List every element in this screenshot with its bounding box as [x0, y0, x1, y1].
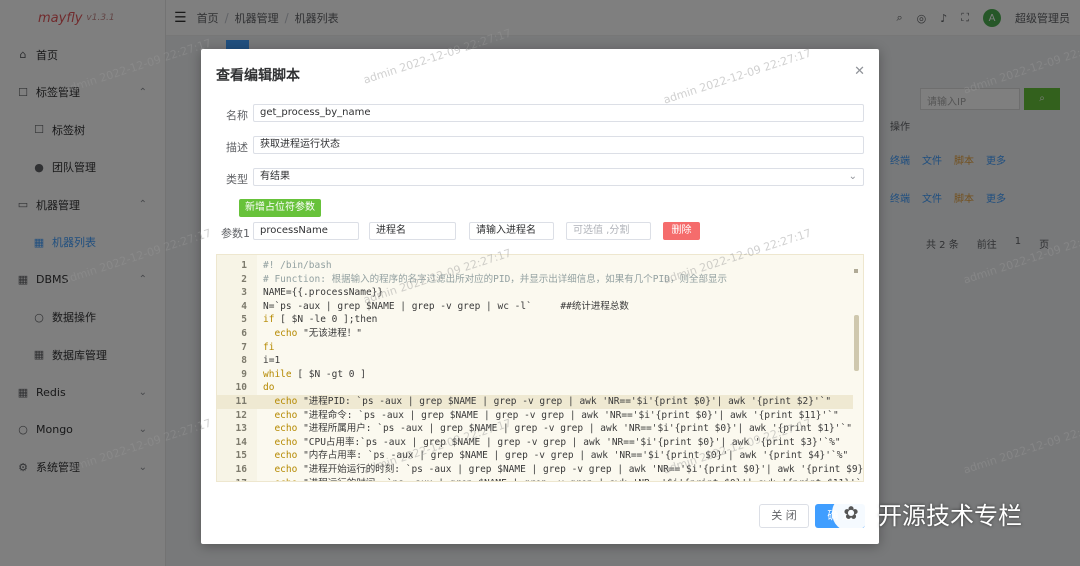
- code-text: NAME={{.processName}}: [263, 287, 384, 299]
- edit-script-dialog: 查看编辑脚本 ✕ 名称 get_process_by_name 描述 获取进程运…: [201, 49, 879, 544]
- code-line: 11 echo "进程PID: `ps -aux | grep $NAME | …: [217, 395, 853, 409]
- close-button[interactable]: 关 闭: [759, 504, 809, 528]
- line-number: 8: [241, 355, 247, 367]
- code-line: 12 echo "进程命令: `ps -aux | grep $NAME | g…: [217, 409, 853, 423]
- param-name-field[interactable]: processName: [253, 222, 359, 240]
- param-options-field[interactable]: 可选值 ,分割: [566, 222, 651, 240]
- line-number: 4: [241, 300, 247, 312]
- code-line: 9 while [ $N -gt 0 ]: [217, 368, 853, 382]
- code-text: echo "进程运行的时间: `ps -aux | grep $NAME | g…: [263, 477, 863, 481]
- delete-param-button[interactable]: 删除: [663, 222, 700, 240]
- code-text: i=1: [263, 355, 281, 367]
- line-number: 2: [241, 273, 247, 285]
- code-text: echo "进程PID: `ps -aux | grep $NAME | gre…: [274, 396, 832, 407]
- brand-text: 开源技术专栏: [878, 501, 1022, 530]
- code-text: echo "进程所属用户: `ps -aux | grep $NAME | gr…: [274, 423, 852, 435]
- line-number: 11: [235, 396, 247, 407]
- line-number: 10: [235, 382, 247, 394]
- line-number: 17: [217, 477, 247, 481]
- description-label: 描述: [226, 141, 248, 154]
- code-line: 17 echo "进程运行的时间: `ps -aux | grep $NAME …: [217, 477, 863, 481]
- chevron-down-icon: ⌄: [848, 171, 857, 182]
- code-line: 10 do: [217, 381, 853, 395]
- line-number: 13: [235, 423, 247, 435]
- line-number: 5: [241, 314, 247, 326]
- code-text: echo "CPU占用率:`ps -aux | grep $NAME | gre…: [274, 436, 841, 448]
- param-label: 参数1: [221, 227, 250, 240]
- code-text: # Function: 根据输入的程序的名字过滤出所对应的PID，并显示出详细信…: [263, 273, 727, 285]
- line-number: 15: [235, 450, 247, 462]
- code-text: #! /bin/bash: [263, 260, 332, 271]
- name-label: 名称: [226, 109, 248, 122]
- code-line: 8 i=1: [217, 354, 853, 368]
- line-number: 1: [241, 260, 247, 271]
- editor-scrollbar[interactable]: [854, 315, 859, 371]
- add-param-button[interactable]: 新增占位符参数: [239, 199, 321, 217]
- code-line: 2 # Function: 根据输入的程序的名字过滤出所对应的PID，并显示出详细…: [217, 273, 853, 287]
- param-placeholder-field[interactable]: 请输入进程名: [469, 222, 554, 240]
- description-field[interactable]: 获取进程运行状态: [253, 136, 864, 154]
- code-text: fi: [263, 341, 275, 353]
- line-number: 14: [235, 436, 247, 448]
- wechat-icon: ✿: [832, 494, 870, 532]
- brand-badge: ✿ 开源技术专栏: [832, 494, 1022, 532]
- close-icon[interactable]: ✕: [854, 64, 865, 79]
- name-field[interactable]: get_process_by_name: [253, 104, 864, 122]
- code-text: echo "无该进程！": [274, 328, 363, 339]
- code-line: 16 echo "进程开始运行的时刻: `ps -aux | grep $NAM…: [217, 463, 863, 477]
- code-line: 14 echo "CPU占用率:`ps -aux | grep $NAME | …: [217, 436, 853, 450]
- code-text: echo "进程开始运行的时刻: `ps -aux | grep $NAME |…: [274, 464, 864, 475]
- script-editor[interactable]: 1 #! /bin/bash 2 # Function: 根据输入的程序的名字过滤出所…: [216, 254, 864, 482]
- line-number: 12: [235, 409, 247, 421]
- line-number: 7: [241, 341, 247, 353]
- line-number: 16: [235, 464, 247, 475]
- line-number: 3: [241, 287, 247, 299]
- code-text: do: [263, 382, 275, 394]
- code-line: 5 if [ $N -le 0 ];then: [217, 313, 853, 327]
- code-text: echo "进程命令: `ps -aux | grep $NAME | grep…: [274, 409, 839, 421]
- code-line: 15 echo "内存占用率: `ps -aux | grep $NAME | …: [217, 449, 853, 463]
- param-desc-field[interactable]: 进程名: [369, 222, 456, 240]
- line-number: 9: [241, 368, 247, 380]
- type-select-value: 有结果: [260, 171, 290, 182]
- code-text: if [ $N -le 0 ];then: [263, 314, 378, 326]
- code-line: 7 fi: [217, 341, 853, 355]
- type-label: 类型: [226, 173, 248, 186]
- code-text: echo "内存占用率: `ps -aux | grep $NAME | gre…: [274, 450, 849, 462]
- code-text: while [ $N -gt 0 ]: [263, 368, 366, 380]
- type-select[interactable]: 有结果 ⌄: [253, 168, 864, 186]
- dialog-title: 查看编辑脚本: [216, 68, 300, 84]
- code-line: 4 N=`ps -aux | grep $NAME | grep -v grep …: [217, 300, 853, 314]
- code-text: N=`ps -aux | grep $NAME | grep -v grep |…: [263, 300, 629, 312]
- code-line: 1 #! /bin/bash: [217, 259, 853, 273]
- code-line: 6 echo "无该进程！": [217, 327, 853, 341]
- line-number: 6: [241, 328, 247, 339]
- code-line: 13 echo "进程所属用户: `ps -aux | grep $NAME |…: [217, 422, 853, 436]
- code-line: 3 NAME={{.processName}}: [217, 286, 853, 300]
- editor-fold-marker: [854, 269, 858, 273]
